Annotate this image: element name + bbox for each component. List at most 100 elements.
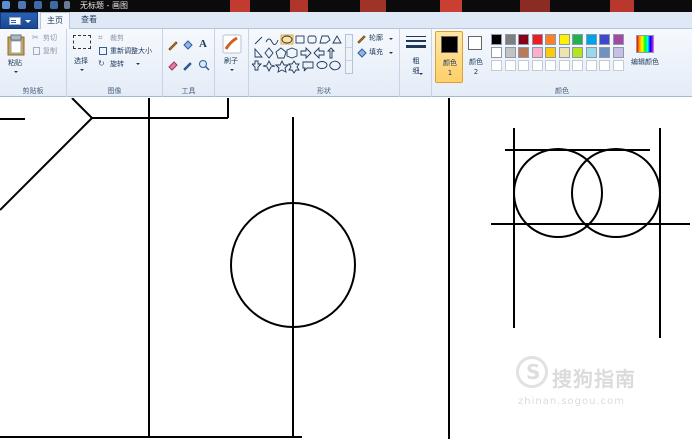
image-group: 选择 ⌗ 裁剪 重新调整大小 ↻ 旋转 图像 — [67, 29, 163, 97]
color-swatch[interactable] — [612, 47, 624, 58]
edit-colors-label[interactable]: 编辑颜色 — [631, 58, 659, 67]
chevron-down-icon — [389, 38, 393, 40]
customize-dropdown-icon[interactable] — [64, 1, 70, 9]
rounded-rectangle-shape-icon[interactable] — [307, 35, 317, 44]
scroll-up-icon[interactable] — [346, 35, 352, 48]
color-swatch[interactable] — [531, 47, 543, 58]
color-swatch[interactable] — [599, 34, 610, 45]
rotate-button[interactable]: ↻ 旋转 — [98, 59, 158, 70]
color-swatch[interactable] — [531, 60, 543, 71]
redo-icon[interactable] — [50, 1, 58, 9]
color-swatch[interactable] — [585, 47, 597, 58]
color-swatch[interactable] — [572, 47, 583, 58]
scroll-down-icon[interactable] — [346, 48, 352, 61]
background-decoration — [290, 0, 308, 12]
sogou-logo — [516, 356, 548, 388]
brushes-group: 刷子 — [215, 29, 249, 97]
color-swatch[interactable] — [491, 47, 502, 58]
four-point-arrow-shape-icon[interactable] — [252, 60, 263, 71]
right-triangle-shape-icon[interactable] — [254, 47, 263, 58]
clipboard-group: 粘贴 ✂ 剪切 复制 剪贴板 — [0, 29, 67, 97]
callout-oval-shape-icon[interactable] — [316, 61, 328, 69]
outline-button[interactable]: 轮廓 — [356, 33, 398, 45]
color-swatch[interactable] — [545, 47, 556, 58]
color-swatch[interactable] — [531, 34, 543, 45]
color-swatch[interactable] — [518, 34, 529, 45]
color-swatch[interactable] — [572, 60, 583, 71]
curve-shape-icon[interactable] — [265, 38, 279, 45]
copy-icon — [33, 47, 40, 55]
color-swatch[interactable] — [504, 47, 516, 58]
pencil-icon[interactable] — [167, 39, 179, 51]
color-swatch[interactable] — [558, 47, 570, 58]
fill-button[interactable]: 填充 — [356, 47, 398, 59]
pentagon-shape-icon[interactable] — [275, 47, 287, 59]
color-swatch[interactable] — [518, 47, 529, 58]
color-picker-icon[interactable] — [182, 59, 194, 71]
brush-button[interactable]: 刷子 — [218, 32, 246, 78]
colors-group-label: 颜色 — [555, 87, 569, 95]
app-icon[interactable] — [2, 1, 10, 9]
color-swatch[interactable] — [572, 34, 583, 45]
color-swatch[interactable] — [585, 60, 597, 71]
triangle-shape-icon[interactable] — [332, 35, 342, 44]
polygon-shape-icon[interactable] — [319, 35, 331, 44]
tab-view[interactable]: 查看 — [76, 12, 102, 29]
cut-button[interactable]: ✂ 剪切 — [32, 33, 66, 44]
color-swatch[interactable] — [504, 34, 516, 45]
edit-colors-icon[interactable] — [636, 35, 654, 53]
left-arrow-shape-icon[interactable] — [313, 46, 325, 60]
size-button[interactable]: 粗细 — [403, 32, 429, 80]
chevron-down-icon — [25, 20, 31, 23]
undo-icon[interactable] — [34, 1, 42, 9]
eraser-icon[interactable] — [167, 59, 179, 71]
color1-label: 颜色 1 — [443, 59, 457, 77]
tab-home[interactable]: 主页 — [40, 12, 70, 30]
hexagon-shape-icon[interactable] — [286, 47, 298, 59]
six-point-star-shape-icon[interactable] — [288, 60, 300, 74]
chevron-down-icon — [136, 63, 140, 65]
select-label: 选择 — [74, 57, 88, 65]
resize-button[interactable]: 重新调整大小 — [98, 46, 162, 57]
color-swatch[interactable] — [612, 34, 624, 45]
rectangle-shape-icon[interactable] — [295, 35, 305, 44]
fill-bucket-icon[interactable] — [182, 39, 194, 51]
five-point-star-shape-icon[interactable] — [274, 59, 290, 73]
color-swatch[interactable] — [504, 60, 516, 71]
color-swatch[interactable] — [518, 60, 529, 71]
copy-label: 复制 — [43, 47, 57, 55]
color-swatch[interactable] — [545, 34, 556, 45]
chevron-down-icon — [80, 69, 84, 71]
crop-button[interactable]: ⌗ 裁剪 — [98, 33, 158, 44]
crop-label: 裁剪 — [110, 34, 124, 42]
four-point-star-shape-icon[interactable] — [262, 59, 276, 73]
color-swatch[interactable] — [599, 47, 610, 58]
up-arrow-shape-icon[interactable] — [326, 47, 336, 59]
color-swatch[interactable] — [558, 60, 570, 71]
file-menu-button[interactable] — [0, 12, 38, 29]
color-swatch[interactable] — [491, 34, 502, 45]
color1-button[interactable]: 颜色 1 — [435, 31, 463, 83]
callout-cloud-shape-icon[interactable] — [329, 60, 341, 71]
select-button[interactable]: 选择 — [70, 32, 94, 78]
color-swatch[interactable] — [585, 34, 597, 45]
color-swatch[interactable] — [612, 60, 624, 71]
color-swatch[interactable] — [599, 60, 610, 71]
paste-button[interactable]: 粘贴 — [3, 32, 29, 78]
color2-button[interactable]: 颜色 2 — [465, 31, 487, 83]
text-tool-icon[interactable]: A — [199, 38, 207, 50]
callout-rectangle-shape-icon[interactable] — [302, 61, 314, 72]
color-swatch[interactable] — [545, 60, 556, 71]
brush-icon — [222, 34, 242, 54]
magnifier-icon[interactable] — [198, 59, 210, 71]
right-arrow-shape-icon[interactable] — [300, 46, 312, 60]
drawing-canvas[interactable]: 搜狗指南 zhinan.sogou.com — [0, 98, 692, 439]
line-shape-icon[interactable] — [254, 36, 263, 45]
color-swatch[interactable] — [491, 60, 502, 71]
color-swatch[interactable] — [558, 34, 570, 45]
shape-gallery[interactable] — [252, 34, 344, 74]
diamond-shape-icon[interactable] — [264, 47, 274, 59]
shape-gallery-scrollbar[interactable] — [345, 34, 353, 74]
save-icon[interactable] — [18, 1, 26, 9]
copy-button[interactable]: 复制 — [32, 46, 66, 57]
